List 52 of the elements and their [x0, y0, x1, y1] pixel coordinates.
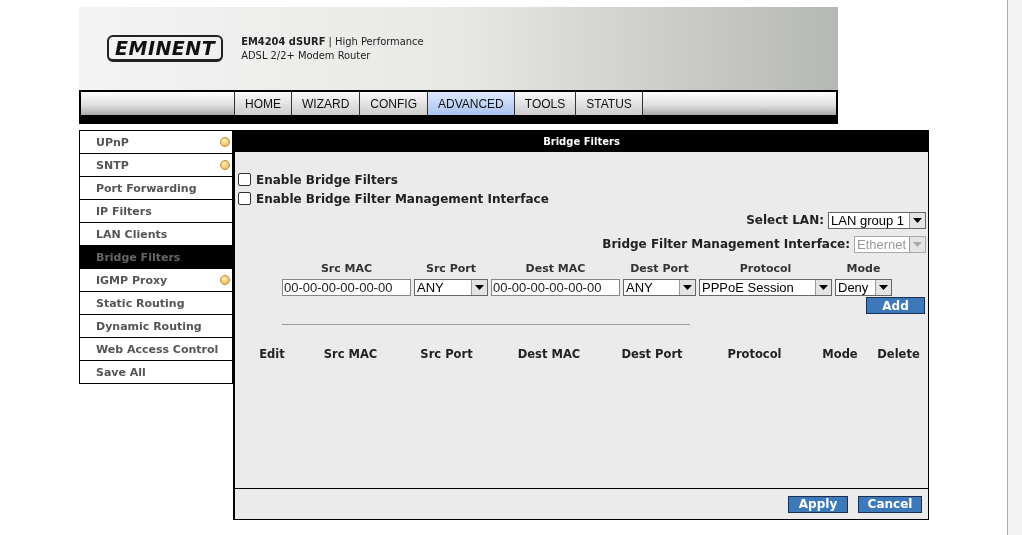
sidebar-item[interactable]: Static Routing [79, 292, 233, 315]
sidebar-item[interactable]: Port Forwarding [79, 177, 233, 200]
sidebar-item[interactable]: IGMP Proxy [79, 269, 233, 292]
column-heading: Src MAC [319, 262, 374, 277]
product-title: EM4204 dSURF | High Performance [241, 34, 424, 49]
nav-tab[interactable]: CONFIG [359, 92, 427, 115]
add-button[interactable]: Add [866, 297, 925, 314]
nav-tab[interactable]: STATUS [575, 92, 643, 115]
column-heading: Mode [845, 262, 882, 277]
input-field[interactable]: 00-00-00-00-00-00 [282, 279, 411, 296]
checkbox-label: Enable Bridge Filters [256, 172, 398, 187]
product-subtitle: ADSL 2/2+ Modem Router [241, 48, 372, 63]
column-header: Edit [259, 347, 285, 361]
sidebar-item[interactable]: Web Access Control [79, 338, 233, 361]
dropdown[interactable]: LAN group 1 [828, 211, 926, 229]
panel-title: Bridge Filters [235, 131, 928, 152]
column-header: Protocol [727, 347, 782, 361]
nav-tab[interactable]: WIZARD [291, 92, 360, 115]
input-field[interactable]: 00-00-00-00-00-00 [491, 279, 620, 296]
field-label: Bridge Filter Management Interface: [602, 237, 850, 251]
nav-tab[interactable]: ADVANCED [427, 92, 514, 115]
sidebar-item[interactable]: LAN Clients [79, 223, 233, 246]
brand-logo: EMINENT [107, 35, 224, 62]
column-header: Dest Port [621, 347, 683, 361]
cancel-button[interactable]: Cancel [858, 495, 922, 513]
column-header: Src MAC [323, 347, 378, 361]
checkbox-label: Enable Bridge Filter Management Interface [256, 191, 549, 206]
dropdown[interactable]: ANY [623, 279, 696, 296]
field-label: Select LAN: [746, 213, 824, 227]
column-header: Mode [822, 347, 858, 361]
column-heading: Protocol [738, 262, 793, 277]
nav-tab[interactable]: HOME [234, 92, 291, 115]
column-heading: Dest MAC [524, 262, 587, 277]
dropdown[interactable]: PPPoE Session [699, 279, 832, 296]
sidebar-item[interactable]: Bridge Filters [79, 246, 233, 269]
dropdown[interactable]: Deny [835, 279, 892, 296]
sidebar-item[interactable]: Dynamic Routing [79, 315, 233, 338]
dropdown[interactable]: ANY [414, 279, 488, 296]
column-header: Dest MAC [517, 347, 581, 361]
checkbox[interactable] [238, 173, 251, 186]
sidebar-item[interactable]: SNTP [79, 154, 233, 177]
checkbox[interactable] [238, 192, 251, 205]
column-header: Src Port [420, 347, 473, 361]
column-header: Delete [877, 347, 920, 361]
sidebar-item[interactable]: UPnP [79, 130, 233, 154]
nav-tab[interactable]: TOOLS [513, 92, 576, 115]
sidebar-item[interactable]: IP Filters [79, 200, 233, 223]
scrollbar[interactable] [1007, 0, 1022, 535]
column-heading: Dest Port [629, 262, 690, 277]
column-heading: Src Port [425, 262, 477, 277]
sidebar-item[interactable]: Save All [79, 361, 233, 384]
apply-button[interactable]: Apply [788, 495, 848, 513]
